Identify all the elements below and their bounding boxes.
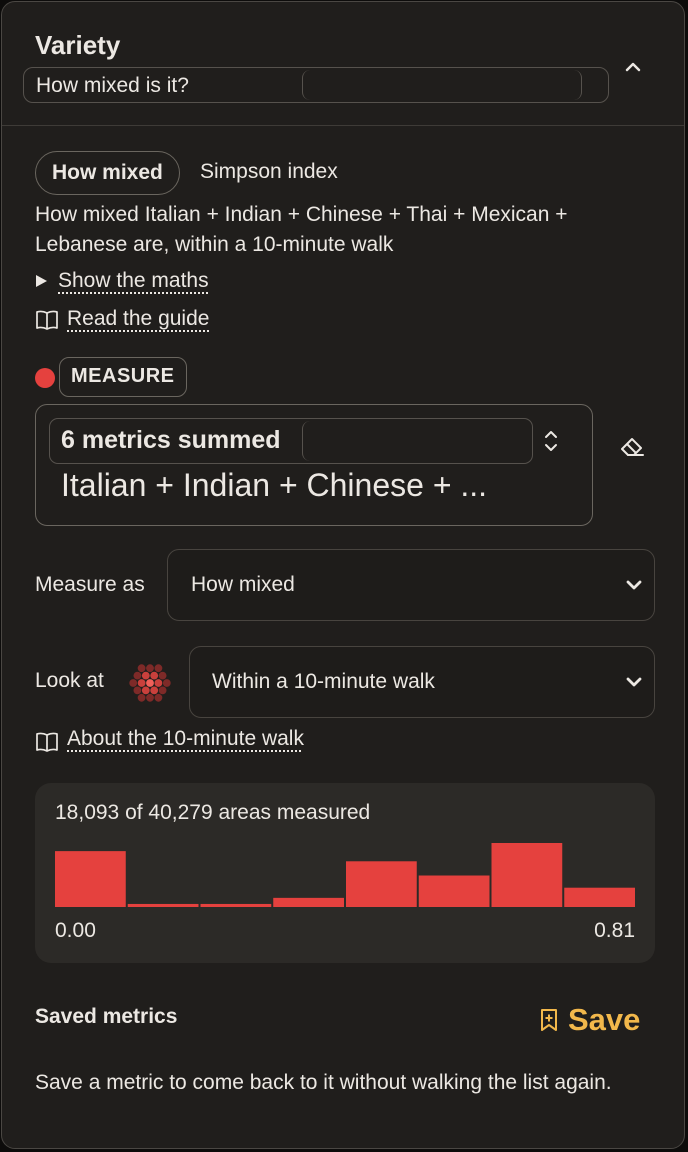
show-maths-link[interactable]: Show the maths: [58, 269, 209, 293]
metric-selector[interactable]: 6 metrics summed Italian + Indian + Chin…: [35, 404, 593, 526]
hex-grid-icon: [129, 664, 171, 702]
how-mixed-pill: How mixed: [35, 151, 180, 195]
chevron-down-icon: [626, 677, 642, 687]
measure-badge: MEASURE: [59, 357, 187, 397]
metric-selector-title-segment: [302, 421, 531, 461]
hex-cell: [129, 679, 138, 687]
about-walk-link[interactable]: About the 10-minute walk: [67, 727, 304, 751]
bookmark-plus-icon: [541, 1009, 557, 1031]
histogram-title: 18,093 of 40,279 areas measured: [55, 801, 371, 824]
hex-cell: [158, 686, 167, 695]
hex-cell: [154, 664, 163, 673]
histogram-max-label: 0.81: [594, 919, 635, 942]
saved-metrics-empty-text: Save a metric to come back to it without…: [35, 1071, 612, 1094]
hex-cell: [141, 686, 150, 695]
hex-cell: [162, 679, 171, 687]
hex-cell: [158, 671, 167, 680]
histogram-bar: [55, 851, 126, 907]
hex-cell: [150, 671, 159, 680]
up-down-icon[interactable]: [540, 427, 562, 455]
metric-selector-value: Italian + Indian + Chinese + ...: [61, 467, 488, 503]
histogram-bar: [273, 897, 344, 907]
subtitle-field-segment: [302, 70, 582, 100]
measure-color-dot: [35, 368, 55, 388]
measure-as-label: Measure as: [35, 573, 145, 596]
metric-selector-title: 6 metrics summed: [61, 426, 281, 454]
histogram-card: 18,093 of 40,279 areas measured 0.00 0.8…: [35, 783, 655, 963]
save-label: Save: [568, 1002, 641, 1037]
chevron-down-icon: [626, 580, 642, 590]
histogram-bar: [127, 903, 199, 907]
histogram-bar: [418, 875, 490, 907]
hex-cell: [146, 679, 154, 687]
hex-cell: [154, 679, 163, 687]
header-divider: [2, 125, 684, 126]
hex-cell: [150, 686, 159, 695]
metric-description: How mixed Italian + Indian + Chinese + T…: [35, 203, 568, 256]
histogram-bar: [346, 861, 417, 907]
book-icon: [36, 732, 58, 752]
subtitle-text: How mixed is it?: [36, 74, 189, 97]
hex-cell: [137, 664, 146, 673]
measure-as-select[interactable]: How mixed: [167, 549, 655, 621]
panel-title: Variety: [35, 30, 121, 60]
saved-metrics-title: Saved metrics: [35, 1005, 178, 1028]
subtitle-field[interactable]: How mixed is it?: [23, 67, 609, 103]
book-icon: [36, 310, 58, 330]
hex-cell: [146, 693, 154, 702]
histogram-min-label: 0.00: [55, 919, 96, 942]
histogram-bar: [491, 843, 563, 907]
look-at-select[interactable]: Within a 10-minute walk: [189, 646, 655, 718]
histogram-bar: [200, 903, 272, 907]
metric-selector-title-field: 6 metrics summed: [49, 418, 533, 464]
hex-cell: [146, 664, 154, 673]
histogram-bar: [564, 887, 635, 907]
chevron-up-icon[interactable]: [618, 52, 648, 82]
hex-cell: [141, 671, 150, 680]
index-name: Simpson index: [200, 160, 338, 183]
measure-as-value: How mixed: [191, 573, 295, 596]
read-guide-link[interactable]: Read the guide: [67, 307, 209, 331]
eraser-icon[interactable]: [618, 432, 646, 460]
hex-cell: [133, 671, 142, 680]
hex-cell: [154, 693, 163, 702]
look-at-label: Look at: [35, 669, 104, 692]
hex-cell: [133, 686, 142, 695]
histogram-bars: [55, 843, 635, 907]
variety-panel: Variety How mixed is it? How mixed Simps…: [1, 1, 685, 1149]
hex-cell: [137, 693, 146, 702]
disclosure-triangle-icon[interactable]: [36, 275, 47, 287]
hex-cell: [137, 679, 146, 687]
look-at-value: Within a 10-minute walk: [212, 670, 435, 693]
